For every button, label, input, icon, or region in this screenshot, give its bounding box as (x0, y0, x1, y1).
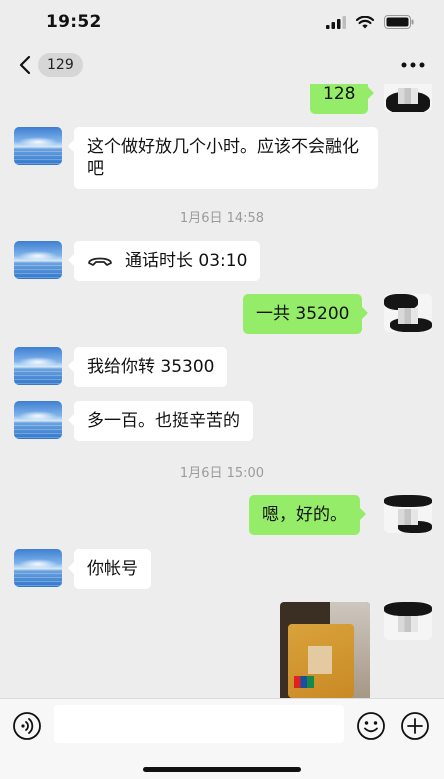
call-icon (88, 257, 112, 266)
message-bubble-self[interactable]: 嗯，好的。 (249, 495, 366, 535)
signal-icon (326, 15, 346, 29)
avatar-contact[interactable] (14, 401, 62, 439)
unread-badge[interactable]: 129 (38, 53, 83, 77)
timestamp: 1月6日 14:58 (179, 211, 265, 226)
avatar-self[interactable] (384, 602, 432, 640)
voice-icon[interactable] (12, 711, 42, 741)
message-input[interactable] (54, 705, 344, 743)
message-bubble-contact[interactable]: 这个做好放几个小时。应该不会融化吧 (68, 127, 378, 189)
message-text: 128 (323, 84, 356, 104)
avatar-contact[interactable] (14, 549, 62, 587)
back-icon[interactable] (16, 54, 34, 76)
avatar-contact[interactable] (14, 241, 62, 279)
call-record-bubble[interactable]: 通话时长 03:10 (67, 241, 261, 281)
status-time: 19:52 (46, 12, 102, 32)
more-icon[interactable] (400, 58, 426, 72)
status-icons (326, 15, 414, 29)
image-message[interactable] (280, 602, 370, 698)
status-bar: 19:52 (0, 0, 444, 46)
message-text: 你帐号 (87, 559, 138, 579)
avatar-self[interactable] (384, 294, 432, 332)
avatar-contact[interactable] (14, 347, 62, 385)
battery-icon (384, 15, 414, 29)
avatar-contact[interactable] (14, 127, 62, 165)
plus-icon[interactable] (400, 711, 430, 741)
emoji-icon[interactable] (356, 711, 386, 741)
message-bubble-contact[interactable]: 我给你转 35300 (67, 347, 228, 387)
message-text: 一共 35200 (256, 304, 350, 324)
chat-area[interactable]: 128 这个做好放几个小时。应该不会融化吧 1月6日 14:58 通话时长 03… (0, 84, 444, 698)
message-bubble-self[interactable]: 一共 35200 (243, 294, 369, 334)
wifi-icon (356, 15, 374, 28)
message-bubble-contact[interactable]: 你帐号 (68, 549, 151, 589)
avatar-self[interactable] (384, 495, 432, 533)
avatar-self[interactable] (384, 84, 432, 112)
message-text: 多一百。也挺辛苦的 (87, 411, 240, 431)
nav-bar: 129 (0, 46, 444, 84)
message-bubble-contact[interactable]: 多一百。也挺辛苦的 (68, 401, 253, 441)
timestamp: 1月6日 15:00 (179, 466, 265, 481)
message-text: 通话时长 03:10 (125, 251, 248, 271)
message-text: 嗯，好的。 (262, 505, 347, 525)
input-bar (0, 698, 444, 779)
home-indicator (143, 767, 301, 772)
message-text: 我给你转 35300 (87, 357, 215, 377)
message-bubble-self[interactable]: 128 (310, 84, 375, 114)
message-text: 这个做好放几个小时。应该不会融化吧 (87, 137, 359, 179)
